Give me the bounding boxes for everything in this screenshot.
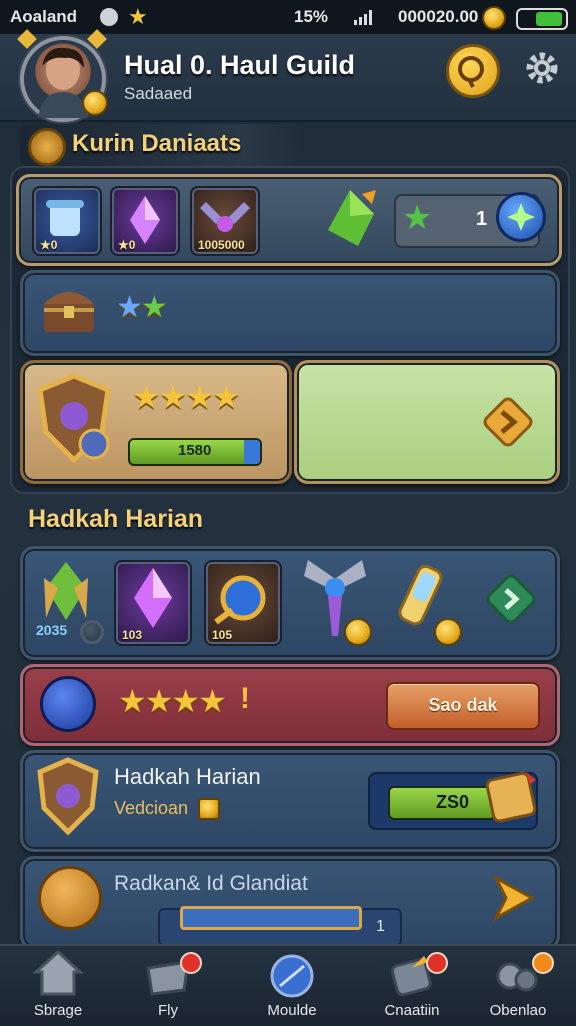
status-bar: Aoaland ★ 15% 000020.00 xyxy=(0,0,576,34)
next-arrow-button[interactable] xyxy=(482,570,540,628)
row-title: Radkan& Id Glandiat xyxy=(114,872,308,895)
map-scroll-icon[interactable] xyxy=(484,768,540,826)
signal-icon xyxy=(352,8,378,26)
anvil-icon xyxy=(146,960,190,996)
sparkle-icon xyxy=(507,203,535,231)
level-badge-icon xyxy=(82,90,108,116)
arrow-right-icon xyxy=(492,874,536,922)
item-slot[interactable]: ★0 xyxy=(32,186,102,256)
claim-button[interactable]: Sao dak xyxy=(386,682,540,730)
gear-icon xyxy=(526,52,558,84)
star-icon: ★ xyxy=(402,199,433,237)
progress-value: ZS0 xyxy=(436,792,470,812)
carrier-label: Aoaland xyxy=(10,7,78,26)
item-slot[interactable]: ★0 xyxy=(110,186,180,256)
row-subtitle: Vedcioan xyxy=(114,798,189,818)
next-arrow-button[interactable] xyxy=(490,872,538,924)
guild-title: Hual 0. Haul Guild xyxy=(124,50,356,80)
section-title: Hadkah Harian xyxy=(28,505,204,533)
currency-count: 1 xyxy=(476,208,488,230)
progress-value: 1580 xyxy=(178,442,212,459)
coin-icon xyxy=(198,798,220,820)
item-slot[interactable]: 103 xyxy=(114,560,192,646)
chat-icon xyxy=(458,56,484,88)
rating-stars: ★★★★ xyxy=(132,379,241,415)
alert-icon: ! xyxy=(240,682,250,715)
settings-button[interactable] xyxy=(522,48,562,88)
item-slot[interactable]: 105 xyxy=(204,560,282,646)
star-icon: ★ xyxy=(128,4,148,29)
group-icon xyxy=(496,962,538,992)
notification-badge xyxy=(532,952,554,974)
nav-item-fly[interactable]: Fly xyxy=(118,946,218,1026)
add-currency-button[interactable] xyxy=(496,192,546,242)
nav-item-storage[interactable]: Sbrage xyxy=(8,946,108,1026)
rating-stars: ★★★★ xyxy=(118,683,227,719)
daily-items-row xyxy=(20,546,560,660)
home-icon xyxy=(32,949,84,996)
bottom-navigation: Sbrage Fly Moulde Cnaatiin Obenlao xyxy=(0,944,576,1026)
balance-value: 000020.00 xyxy=(398,7,479,26)
compass-icon xyxy=(40,676,96,732)
shield-icon xyxy=(34,372,114,464)
coin-icon xyxy=(434,618,462,646)
notification-badge xyxy=(426,952,448,974)
guild-emblem-icon xyxy=(28,128,66,166)
chat-button[interactable] xyxy=(446,44,500,98)
gem-shard-icon xyxy=(318,186,382,250)
item-count: 2035 xyxy=(36,622,68,638)
nav-item-other[interactable]: Obenlao xyxy=(468,946,568,1026)
next-arrow-button[interactable] xyxy=(480,394,536,450)
rating-stars: ★★ xyxy=(116,291,168,324)
coin-icon xyxy=(344,618,372,646)
nav-item-module[interactable]: Moulde xyxy=(242,946,342,1026)
item-slot[interactable]: 1005000 xyxy=(190,186,260,256)
arrow-right-icon xyxy=(486,574,536,624)
progress-value: 1 xyxy=(376,918,385,935)
nav-item-creation[interactable]: Cnaatiin xyxy=(362,946,462,1026)
coin-icon xyxy=(482,6,506,30)
guild-subtitle: Sadaaed xyxy=(124,84,193,103)
chest-row[interactable] xyxy=(20,270,560,356)
globe-icon xyxy=(270,954,314,998)
shield-icon xyxy=(34,756,102,836)
crafting-icon xyxy=(390,956,432,997)
progress-fill xyxy=(180,906,362,930)
treasure-chest-icon xyxy=(38,278,100,340)
battery-percent: 15% xyxy=(294,7,329,26)
leaf-emblem-icon xyxy=(36,558,96,624)
gladiator-emblem-icon xyxy=(38,866,102,930)
section-title: Kurin Daniaats xyxy=(72,130,242,157)
arrow-right-icon xyxy=(483,397,533,447)
row-title: Hadkah Harian xyxy=(114,764,261,789)
notification-badge xyxy=(180,952,202,974)
info-icon[interactable] xyxy=(80,620,104,644)
system-icon xyxy=(100,8,118,26)
battery-icon xyxy=(516,8,568,30)
